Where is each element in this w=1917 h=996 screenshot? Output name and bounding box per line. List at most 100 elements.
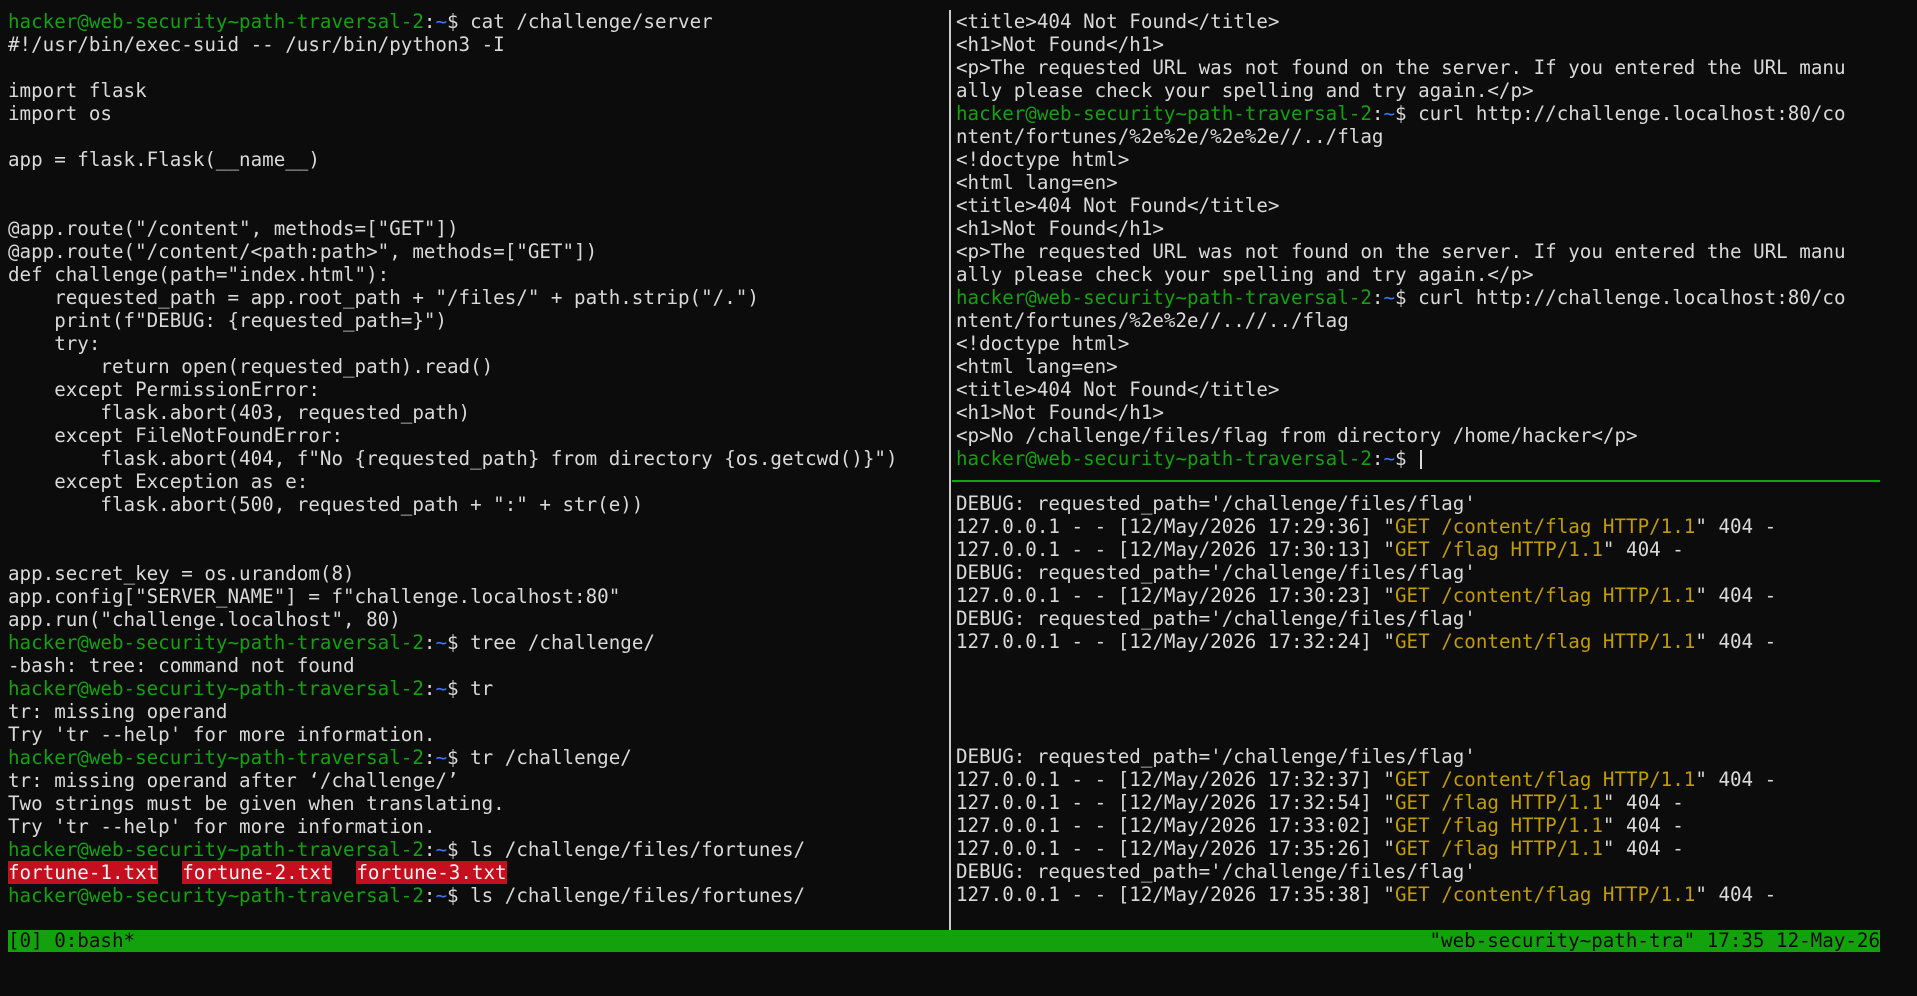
prompt-symbol: $ xyxy=(447,10,471,33)
command-text: ls /challenge/files/fortunes/ xyxy=(470,838,806,861)
prompt-symbol: $ xyxy=(1395,102,1419,125)
log-line: 127.0.0.1 - - [12/May/2026 17:29:36] "GE… xyxy=(956,515,1884,538)
right-bottom-server-log-pane[interactable]: DEBUG: requested_path='/challenge/files/… xyxy=(956,492,1884,922)
output-line: -bash: tree: command not found xyxy=(8,654,355,677)
code-line: app = flask.Flask(__name__) xyxy=(8,148,320,171)
prompt-symbol: $ xyxy=(447,677,471,700)
prompt-separator: : xyxy=(1371,102,1384,125)
prompt-separator: : xyxy=(423,10,436,33)
prompt-symbol: $ xyxy=(447,838,471,861)
prompt-directory: ~ xyxy=(435,884,447,907)
prompt-directory: ~ xyxy=(435,746,447,769)
command-text: curl http://challenge.localhost:80/co xyxy=(1418,286,1846,309)
prompt-line: hacker@web-security~path-traversal-2:~$ xyxy=(956,447,1884,470)
horizontal-pane-divider[interactable] xyxy=(952,480,1880,482)
status-window-list[interactable]: [0] 0:bash* xyxy=(8,930,135,952)
prompt-separator: : xyxy=(423,631,436,654)
output-line: <!doctype html> xyxy=(956,332,1130,355)
output-line: <h1>Not Found</h1> xyxy=(956,33,1164,56)
prompt-separator: : xyxy=(423,884,436,907)
prompt-user-host: hacker@web-security~path-traversal-2 xyxy=(956,102,1372,125)
code-line: import os xyxy=(8,102,112,125)
log-status: " 404 - xyxy=(1602,814,1684,837)
log-line: 127.0.0.1 - - [12/May/2026 17:35:38] "GE… xyxy=(956,883,1884,906)
log-prefix: 127.0.0.1 - - [12/May/2026 17:35:26] " xyxy=(956,837,1395,860)
command-text: curl http://challenge.localhost:80/co xyxy=(1418,102,1846,125)
prompt-user-host: hacker@web-security~path-traversal-2 xyxy=(956,447,1372,470)
code-line: import flask xyxy=(8,79,147,102)
command-text: tree /challenge/ xyxy=(470,631,655,654)
code-line: @app.route("/content", methods=["GET"]) xyxy=(8,217,459,240)
code-line: flask.abort(500, requested_path + ":" + … xyxy=(8,493,644,516)
code-line: except Exception as e: xyxy=(8,470,309,493)
output-line: Try 'tr --help' for more information. xyxy=(8,815,436,838)
prompt-separator: : xyxy=(423,677,436,700)
prompt-symbol: $ xyxy=(447,746,471,769)
prompt-user-host: hacker@web-security~path-traversal-2 xyxy=(956,286,1372,309)
prompt-separator: : xyxy=(1371,447,1384,470)
prompt-directory: ~ xyxy=(1383,447,1395,470)
prompt-directory: ~ xyxy=(435,838,447,861)
prompt-separator: : xyxy=(1371,286,1384,309)
log-status: " 404 - xyxy=(1602,837,1684,860)
prompt-line: hacker@web-security~path-traversal-2:~$ … xyxy=(8,838,944,861)
output-line: <p>The requested URL was not found on th… xyxy=(956,56,1846,79)
output-line: tr: missing operand xyxy=(8,700,228,723)
log-prefix: 127.0.0.1 - - [12/May/2026 17:30:13] " xyxy=(956,538,1395,561)
log-request: GET /content/flag HTTP/1.1 xyxy=(1394,515,1696,538)
log-line: 127.0.0.1 - - [12/May/2026 17:30:13] "GE… xyxy=(956,538,1884,561)
tmux-status-bar: [0] 0:bash* "web-security~path-tra" 17:3… xyxy=(8,930,1880,952)
code-line: print(f"DEBUG: {requested_path=}") xyxy=(8,309,447,332)
command-wrap-line: ntent/fortunes/%2e%2e/%2e%2e//../flag xyxy=(956,125,1384,148)
prompt-directory: ~ xyxy=(1383,102,1395,125)
output-line: <html lang=en> xyxy=(956,171,1118,194)
text-cursor xyxy=(1420,450,1423,469)
code-line: flask.abort(403, requested_path) xyxy=(8,401,471,424)
log-line: 127.0.0.1 - - [12/May/2026 17:33:02] "GE… xyxy=(956,814,1884,837)
prompt-symbol: $ xyxy=(447,884,471,907)
left-terminal-pane[interactable]: hacker@web-security~path-traversal-2:~$ … xyxy=(8,10,944,925)
code-line: app.secret_key = os.urandom(8) xyxy=(8,562,355,585)
debug-line: DEBUG: requested_path='/challenge/files/… xyxy=(956,561,1476,584)
prompt-line: hacker@web-security~path-traversal-2:~$ … xyxy=(8,677,944,700)
code-line: except PermissionError: xyxy=(8,378,320,401)
prompt-symbol: $ xyxy=(1395,447,1419,470)
debug-line: DEBUG: requested_path='/challenge/files/… xyxy=(956,607,1476,630)
code-line: except FileNotFoundError: xyxy=(8,424,344,447)
log-line: 127.0.0.1 - - [12/May/2026 17:30:23] "GE… xyxy=(956,584,1884,607)
code-line: requested_path = app.root_path + "/files… xyxy=(8,286,759,309)
prompt-user-host: hacker@web-security~path-traversal-2 xyxy=(8,631,424,654)
log-prefix: 127.0.0.1 - - [12/May/2026 17:33:02] " xyxy=(956,814,1395,837)
prompt-separator: : xyxy=(423,838,436,861)
output-line: <title>404 Not Found</title> xyxy=(956,194,1280,217)
log-line: 127.0.0.1 - - [12/May/2026 17:32:54] "GE… xyxy=(956,791,1884,814)
prompt-line: hacker@web-security~path-traversal-2:~$ … xyxy=(8,884,944,907)
code-line: #!/usr/bin/exec-suid -- /usr/bin/python3… xyxy=(8,33,505,56)
log-request: GET /content/flag HTTP/1.1 xyxy=(1394,768,1696,791)
prompt-user-host: hacker@web-security~path-traversal-2 xyxy=(8,884,424,907)
prompt-user-host: hacker@web-security~path-traversal-2 xyxy=(8,746,424,769)
right-top-terminal-pane[interactable]: <title>404 Not Found</title> <h1>Not Foun… xyxy=(956,10,1884,482)
log-prefix: 127.0.0.1 - - [12/May/2026 17:30:23] " xyxy=(956,584,1395,607)
output-line: ally please check your spelling and try … xyxy=(956,263,1534,286)
code-line: app.run("challenge.localhost", 80) xyxy=(8,608,401,631)
log-prefix: 127.0.0.1 - - [12/May/2026 17:32:54] " xyxy=(956,791,1395,814)
log-status: " 404 - xyxy=(1695,768,1777,791)
vertical-pane-divider[interactable] xyxy=(949,10,951,930)
output-line: <p>The requested URL was not found on th… xyxy=(956,240,1846,263)
log-request: GET /flag HTTP/1.1 xyxy=(1394,814,1603,837)
output-line: <h1>Not Found</h1> xyxy=(956,217,1164,240)
output-line: <p>No /challenge/files/flag from directo… xyxy=(956,424,1638,447)
log-request: GET /flag HTTP/1.1 xyxy=(1394,837,1603,860)
log-line: 127.0.0.1 - - [12/May/2026 17:35:26] "GE… xyxy=(956,837,1884,860)
log-status: " 404 - xyxy=(1602,538,1684,561)
log-status: " 404 - xyxy=(1602,791,1684,814)
file-entry: fortune-3.txt xyxy=(356,861,507,884)
prompt-directory: ~ xyxy=(435,677,447,700)
output-line: <h1>Not Found</h1> xyxy=(956,401,1164,424)
log-request: GET /flag HTTP/1.1 xyxy=(1394,538,1603,561)
